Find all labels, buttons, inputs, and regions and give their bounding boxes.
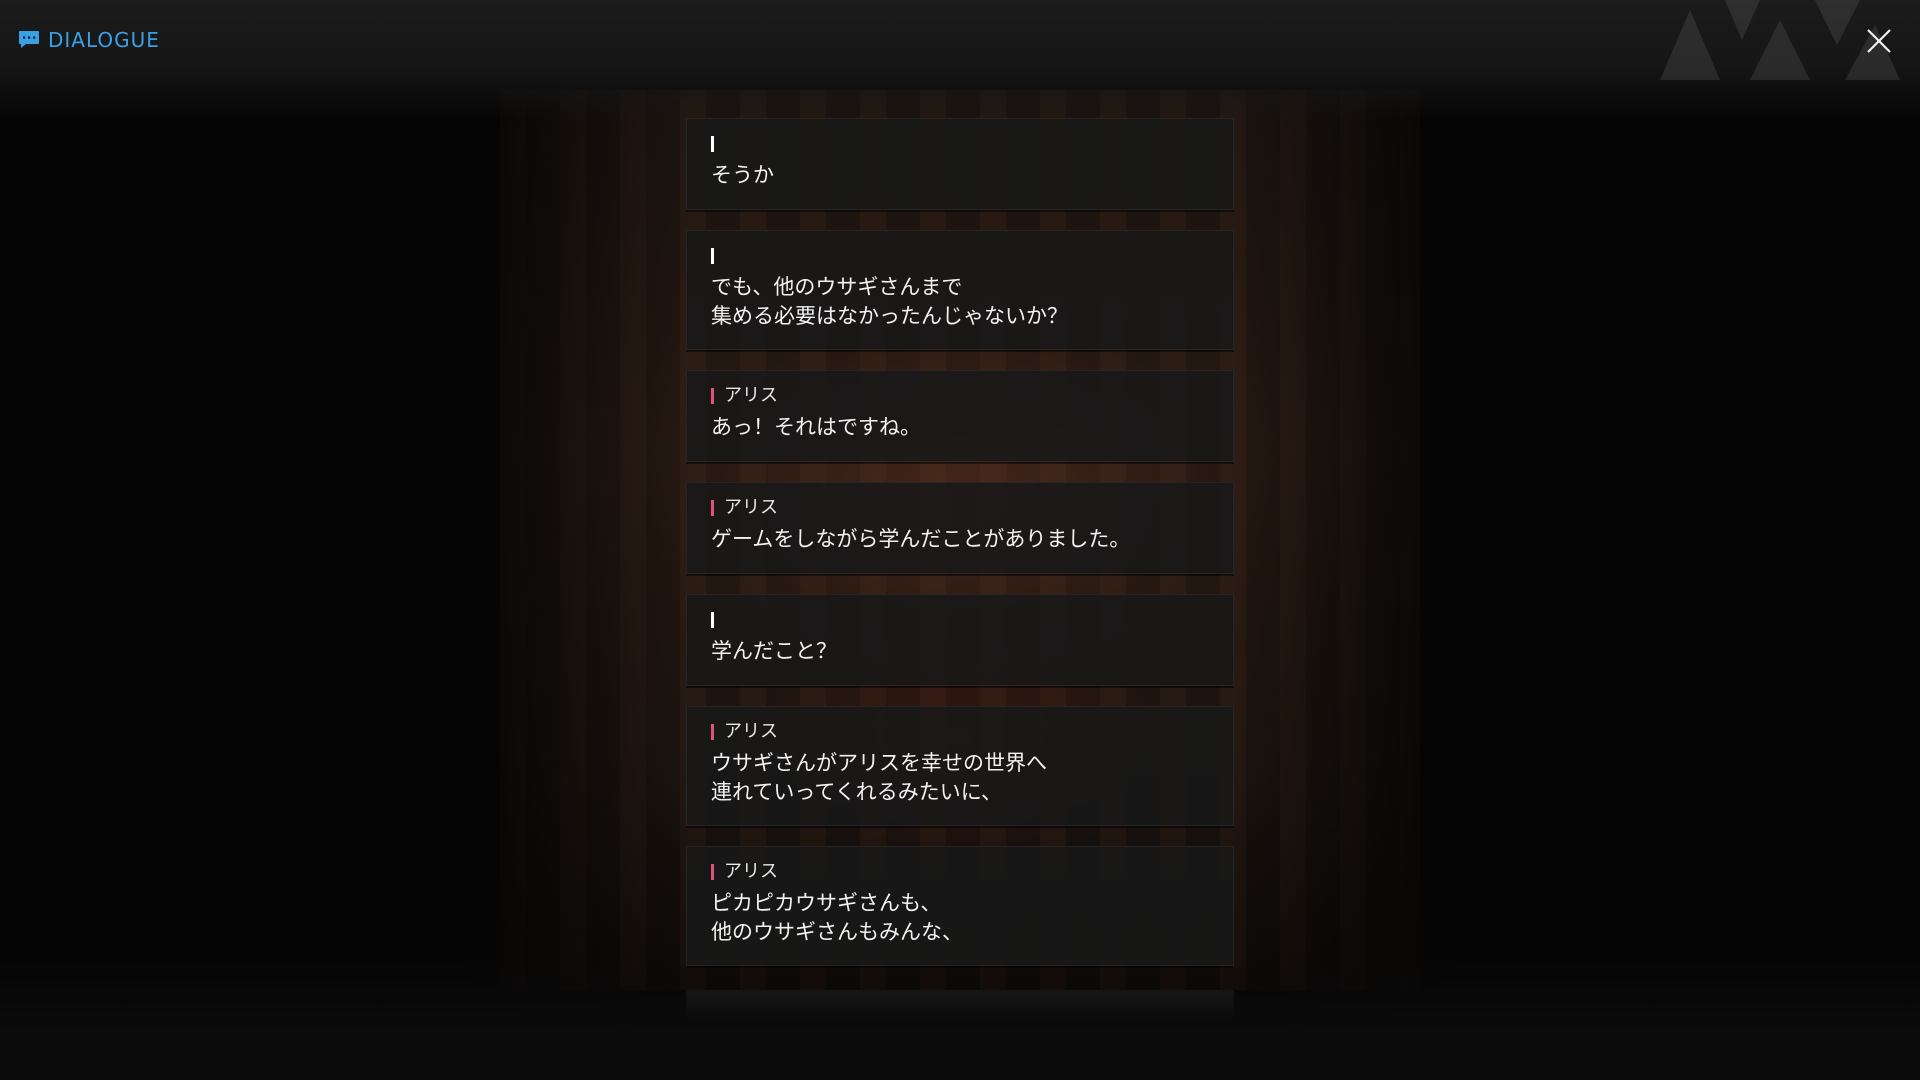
dialogue-entry-partial — [686, 990, 1234, 1021]
dialogue-entry: そうか — [686, 118, 1234, 210]
speaker-marker — [711, 724, 714, 740]
dialogue-entry: でも、他のウサギさんまで 集める必要はなかったんじゃないか？ — [686, 230, 1234, 350]
dialogue-text: ウサギさんがアリスを幸せの世界へ 連れていってくれるみたいに、 — [711, 751, 1047, 804]
speaker-name: アリス — [724, 861, 778, 882]
dialogue-text: あっ！それはですね。 — [711, 415, 921, 439]
dialogue-entry: アリス ゲームをしながら学んだことがありました。 — [686, 482, 1234, 574]
dialogue-text: でも、他のウサギさんまで 集める必要はなかったんじゃないか？ — [711, 275, 1068, 328]
speaker-row: アリス — [711, 387, 1209, 405]
speaker-name: アリス — [724, 497, 778, 518]
speaker-row: アリス — [711, 499, 1209, 517]
speaker-marker — [711, 136, 714, 152]
speaker-row — [711, 247, 1209, 265]
speaker-marker — [711, 500, 714, 516]
speaker-row — [711, 611, 1209, 629]
dialogue-entry: アリス あっ！それはですね。 — [686, 370, 1234, 462]
close-icon — [1867, 29, 1891, 53]
dialogue-entry: アリス ウサギさんがアリスを幸せの世界へ 連れていってくれるみたいに、 — [686, 706, 1234, 826]
dialogue-log-screen: DIALOGUE そうか でも、他のウサギさんまで 集める必要はなかったんじゃな… — [0, 0, 1920, 1080]
dialogue-text: ピカピカウサギさんも、 他のウサギさんもみんな、 — [711, 891, 963, 944]
speaker-marker — [711, 388, 714, 404]
dialogue-list[interactable]: そうか でも、他のウサギさんまで 集める必要はなかったんじゃないか？ アリス あ… — [686, 118, 1234, 986]
dialogue-text: そうか — [711, 163, 774, 187]
page-title: DIALOGUE — [48, 28, 160, 52]
dialogue-header: DIALOGUE — [18, 28, 160, 52]
speaker-marker — [711, 612, 714, 628]
dialogue-entry: 学んだこと？ — [686, 594, 1234, 686]
decorative-triangles-icon — [1660, 0, 1900, 80]
dialogue-text: 学んだこと？ — [711, 639, 837, 663]
speaker-row: アリス — [711, 863, 1209, 881]
dialogue-entry: アリス ピカピカウサギさんも、 他のウサギさんもみんな、 — [686, 846, 1234, 966]
speaker-name: アリス — [724, 385, 778, 406]
speaker-marker — [711, 248, 714, 264]
speaker-row — [711, 135, 1209, 153]
dialogue-text: ゲームをしながら学んだことがありました。 — [711, 527, 1131, 551]
speaker-name: アリス — [724, 721, 778, 742]
close-button[interactable] — [1862, 24, 1896, 58]
chat-bubble-icon — [19, 31, 39, 48]
speaker-marker — [711, 864, 714, 880]
speaker-row: アリス — [711, 723, 1209, 741]
